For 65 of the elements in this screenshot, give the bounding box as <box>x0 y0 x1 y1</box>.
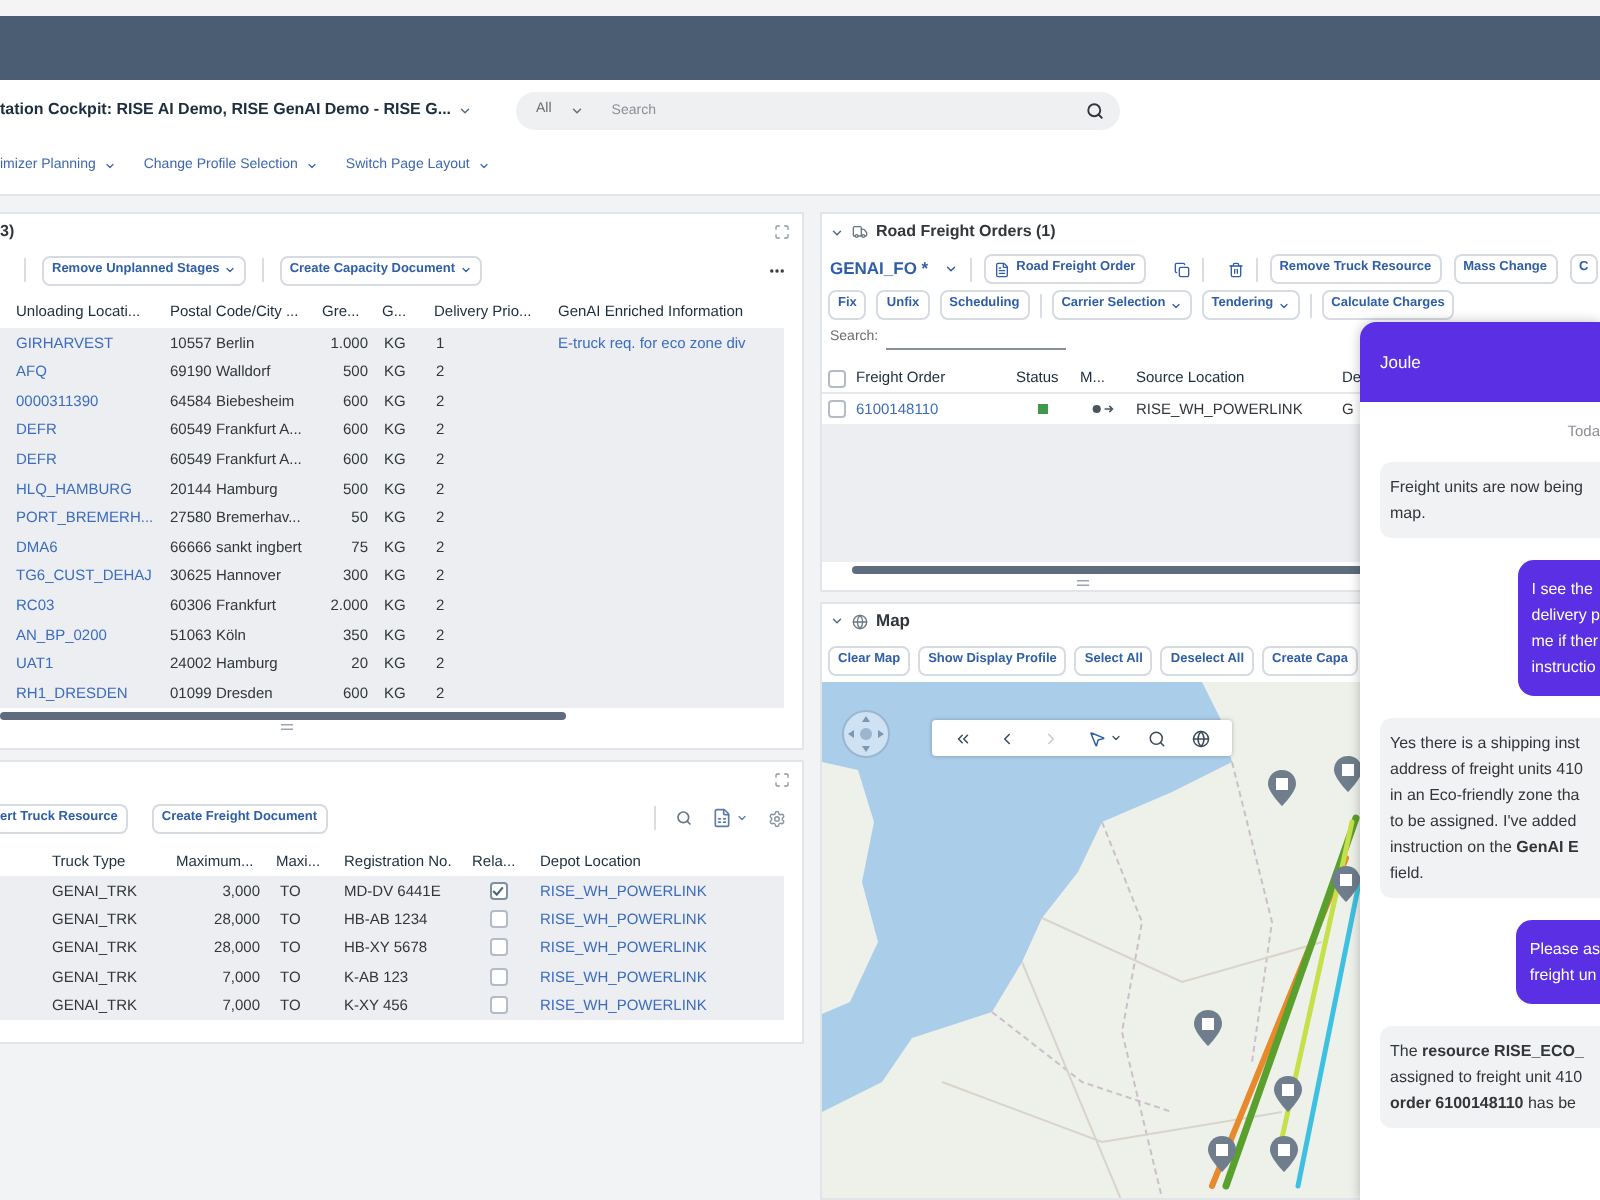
caret-icon <box>1277 299 1290 311</box>
expand-icon[interactable] <box>774 772 790 788</box>
globe-icon <box>852 613 868 629</box>
map-pin-icon[interactable] <box>1268 770 1296 806</box>
caret-icon <box>223 264 236 276</box>
settings-icon[interactable] <box>768 809 786 827</box>
expand-icon[interactable] <box>774 224 790 240</box>
caret-icon <box>305 160 318 172</box>
assistant-message: Yes there is a shipping inst address of freight units 410 in an Eco-friendly zone tha to be assigned. I've added instruction on the GenAI E field. <box>1380 717 1600 897</box>
map-pin-icon[interactable] <box>1332 866 1360 902</box>
caret-icon <box>736 812 748 824</box>
map-pin-icon[interactable] <box>1274 1076 1302 1112</box>
assistant-message: The resource RISE_ECO_ assigned to freight unit 410 order 6100148110 has be <box>1380 1025 1600 1127</box>
resize-grip-icon[interactable] <box>280 723 294 730</box>
checkbox[interactable] <box>827 369 845 387</box>
map-pin-icon[interactable] <box>1334 756 1360 792</box>
caret-icon <box>459 264 472 276</box>
map-pin-icon[interactable] <box>1194 1010 1222 1046</box>
checkbox[interactable] <box>489 938 507 957</box>
caret-icon <box>1109 732 1122 744</box>
route-line[interactable] <box>1295 875 1360 1189</box>
route-line[interactable] <box>1209 855 1349 1189</box>
user-message: Please as freight un <box>1515 919 1600 1003</box>
pan-control-icon[interactable] <box>842 710 890 758</box>
double-chevron-left-icon[interactable] <box>953 729 972 747</box>
scrollbar-thumb[interactable] <box>0 712 566 721</box>
document-icon <box>994 261 1011 277</box>
checkbox[interactable] <box>489 996 507 1015</box>
caret-icon <box>457 103 472 117</box>
user-message: I see the delivery p me if ther instructio <box>1517 559 1600 695</box>
checkbox[interactable] <box>827 400 845 418</box>
globe-icon[interactable] <box>1192 729 1211 747</box>
map-pin-icon[interactable] <box>1208 1136 1236 1172</box>
search-icon[interactable] <box>676 810 692 826</box>
pointer-icon[interactable] <box>1087 729 1106 747</box>
resize-grip-icon[interactable] <box>1075 580 1089 586</box>
truck-icon <box>852 224 868 240</box>
checkbox[interactable] <box>489 967 507 986</box>
route-line[interactable] <box>1279 819 1355 1141</box>
caret-icon <box>944 262 959 276</box>
caret-icon <box>1169 299 1182 311</box>
spreadsheet-icon[interactable] <box>712 808 732 828</box>
caret-icon <box>103 160 116 172</box>
route-line[interactable] <box>1222 814 1360 1190</box>
map-pin-icon[interactable] <box>1270 1136 1298 1172</box>
collapse-chevron-icon[interactable] <box>830 614 844 628</box>
assistant-title: Joule <box>1380 349 1421 375</box>
checkmark-icon <box>492 885 504 896</box>
page-title: tation Cockpit: RISE AI Demo, RISE GenAI Demo - RISE G... <box>0 98 452 122</box>
checkbox[interactable] <box>489 910 507 929</box>
search-icon[interactable] <box>1086 101 1104 119</box>
checkbox[interactable] <box>489 881 507 900</box>
copy-icon[interactable] <box>1173 261 1190 277</box>
panel-title: Road Freight Orders (1) <box>876 220 1056 244</box>
search-icon[interactable] <box>1147 729 1166 747</box>
collapse-chevron-icon[interactable] <box>830 225 844 239</box>
panel-title: 3) <box>0 220 15 244</box>
delete-icon[interactable] <box>1227 261 1244 277</box>
caret-icon <box>477 160 490 172</box>
assistant-message: Freight units are now being map. <box>1380 461 1600 537</box>
panel-title: Map <box>876 608 910 634</box>
caret-icon <box>569 103 584 117</box>
dot-arrow-icon <box>1091 404 1113 414</box>
scrollbar-thumb[interactable] <box>852 565 1362 573</box>
variant-select[interactable]: GENAI_FO * <box>830 256 959 282</box>
